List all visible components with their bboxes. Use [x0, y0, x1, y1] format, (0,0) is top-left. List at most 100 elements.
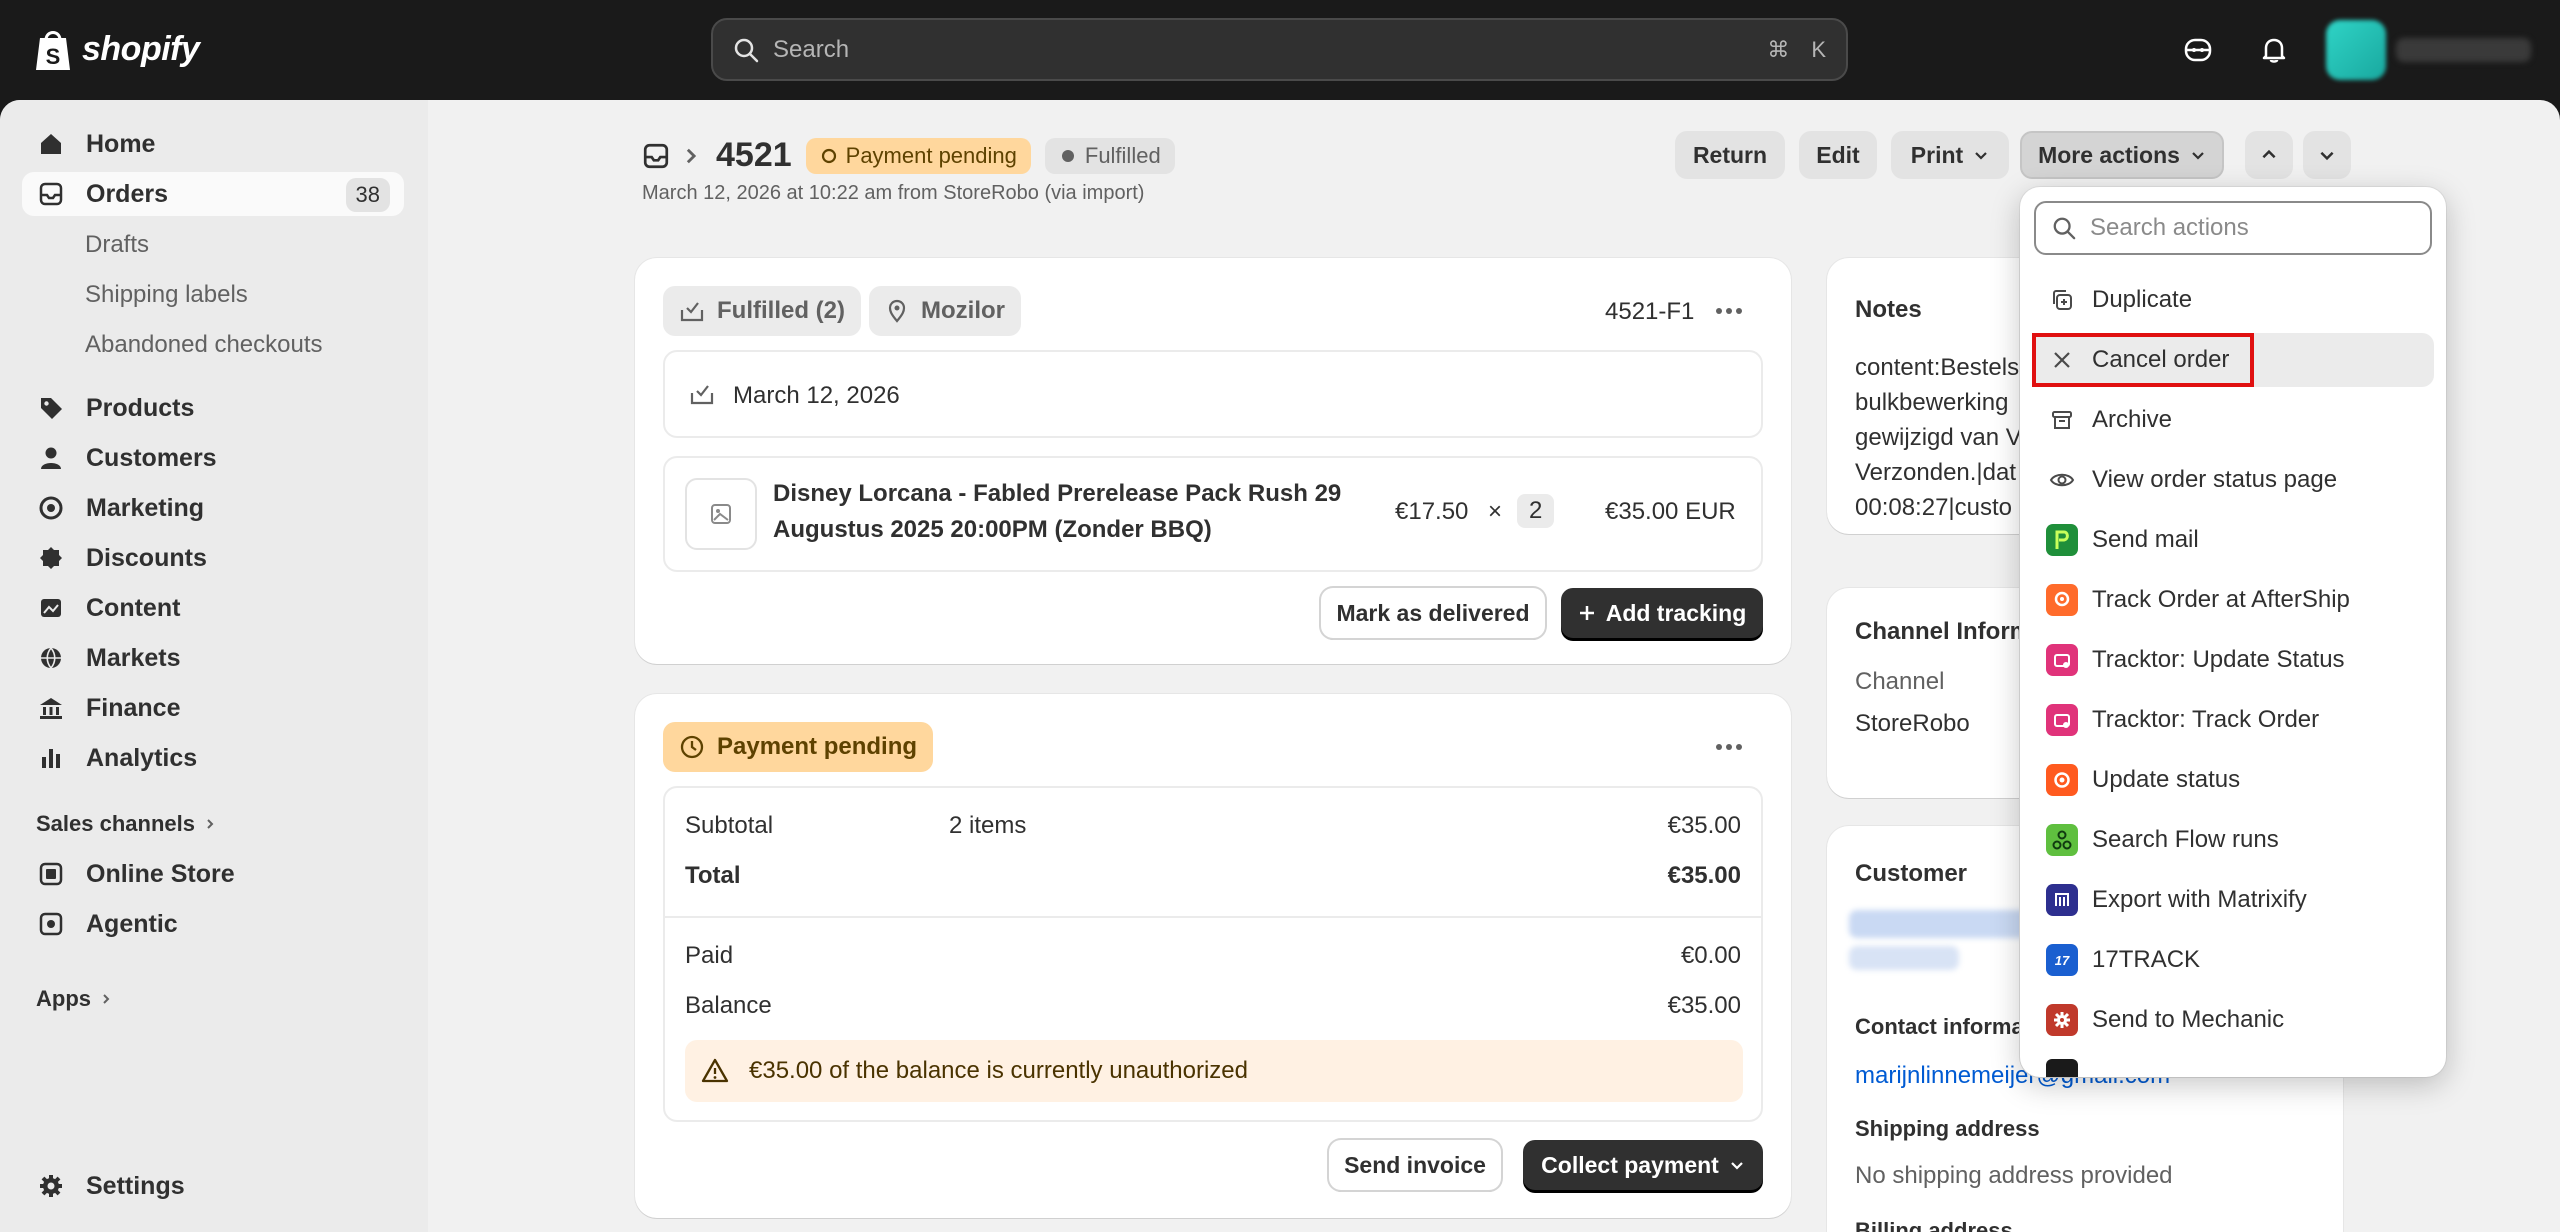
- sales-channels-heading[interactable]: Sales channels: [36, 811, 217, 837]
- sidebar-item-online-store[interactable]: Online Store: [22, 852, 404, 896]
- more-options-icon[interactable]: [1709, 296, 1749, 326]
- more-actions-menu: Search actions Duplicate Cancel order Ar…: [2020, 187, 2446, 1077]
- contact-info-title: Contact informa: [1855, 1014, 2024, 1039]
- image-icon: [36, 593, 66, 623]
- sidebar-subitem-shipping-labels[interactable]: Shipping labels: [85, 281, 248, 309]
- channel-value: StoreRobo: [1855, 710, 1970, 737]
- avatar[interactable]: [2326, 20, 2386, 80]
- order-subtitle: March 12, 2026 at 10:22 am from StoreRob…: [642, 182, 1145, 204]
- fulfillment-id: 4521-F1: [1605, 298, 1695, 325]
- search-actions-input[interactable]: Search actions: [2034, 201, 2432, 255]
- times-symbol: ×: [1488, 498, 1503, 525]
- menu-item-update-status[interactable]: Update status: [2032, 753, 2434, 807]
- sidebar-item-discounts[interactable]: Discounts: [22, 536, 404, 580]
- shipping-address-title: Shipping address: [1855, 1116, 2040, 1141]
- menu-item-track-aftership[interactable]: Track Order at AfterShip: [2032, 573, 2434, 627]
- menu-item-send-mail[interactable]: Send mail: [2032, 513, 2434, 567]
- global-search-input[interactable]: Search ⌘ K: [711, 18, 1848, 81]
- shipping-address-value: No shipping address provided: [1855, 1162, 2173, 1189]
- send-invoice-button[interactable]: Send invoice: [1329, 1140, 1501, 1190]
- apps-label: Apps: [36, 986, 91, 1011]
- shortcut-key: K: [1811, 36, 1826, 62]
- location-pill: Mozilor: [869, 286, 1021, 336]
- more-actions-button[interactable]: More actions: [2020, 131, 2224, 179]
- balance-value: €35.00: [1667, 992, 1741, 1019]
- sidebar-item-finance[interactable]: Finance: [22, 686, 404, 730]
- product-image-placeholder[interactable]: [685, 478, 757, 550]
- balance-label: Balance: [685, 992, 772, 1019]
- bank-icon: [36, 693, 66, 723]
- gear-icon: [36, 1171, 66, 1201]
- menu-item-duplicate[interactable]: Duplicate: [2032, 273, 2434, 327]
- sidebar-item-label: Orders: [86, 179, 168, 208]
- sidebar-item-markets[interactable]: Markets: [22, 636, 404, 680]
- return-button[interactable]: Return: [1675, 131, 1785, 179]
- search-icon: [2053, 217, 2076, 240]
- agentic-icon: [36, 909, 66, 939]
- product-title-line1[interactable]: Disney Lorcana - Fabled Prerelease Pack …: [773, 480, 1341, 508]
- mark-as-delivered-button[interactable]: Mark as delivered: [1321, 588, 1545, 638]
- sidekick-icon[interactable]: [2178, 30, 2218, 70]
- sidebar-item-customers[interactable]: Customers: [22, 436, 404, 480]
- channel-card-title: Channel Inform: [1855, 618, 2032, 645]
- sidebar-item-label: Discounts: [86, 543, 207, 572]
- more-options-icon[interactable]: [1709, 732, 1749, 762]
- menu-item-tracktor-update-status[interactable]: Tracktor: Update Status: [2032, 633, 2434, 687]
- notes-title: Notes: [1855, 296, 1922, 323]
- apps-heading[interactable]: Apps: [36, 986, 113, 1012]
- sidebar-item-home[interactable]: Home: [22, 122, 404, 166]
- store-icon: [36, 859, 66, 889]
- person-icon: [36, 443, 66, 473]
- next-order-button[interactable]: [2303, 131, 2351, 179]
- chevron-right-icon: [103, 994, 110, 1004]
- chevron-down-icon: [1975, 152, 1987, 160]
- sidebar-item-products[interactable]: Products: [22, 386, 404, 430]
- sidebar-item-settings[interactable]: Settings: [22, 1164, 404, 1208]
- collect-payment-button[interactable]: Collect payment: [1523, 1140, 1763, 1190]
- sidebar-item-label: Online Store: [86, 859, 235, 888]
- notes-line: 00:08:27|custo: [1855, 494, 2013, 521]
- sidebar-item-label: Settings: [86, 1171, 185, 1200]
- payment-status-badge: Payment pending: [805, 137, 1031, 174]
- sidebar-item-analytics[interactable]: Analytics: [22, 736, 404, 780]
- print-button[interactable]: Print: [1891, 131, 2009, 179]
- sidebar-item-orders[interactable]: Orders 38: [22, 172, 404, 216]
- sidebar-item-marketing[interactable]: Marketing: [22, 486, 404, 530]
- menu-item-archive[interactable]: Archive: [2032, 393, 2434, 447]
- menu-item-17track[interactable]: 17 17TRACK: [2032, 933, 2434, 987]
- orders-icon[interactable]: [642, 142, 670, 170]
- menu-item-tracktor-track-order[interactable]: Tracktor: Track Order: [2032, 693, 2434, 747]
- tag-icon: [36, 393, 66, 423]
- edit-button[interactable]: Edit: [1799, 131, 1877, 179]
- pending-circle-icon: [821, 148, 836, 163]
- home-icon: [36, 129, 66, 159]
- chevron-down-icon: [2192, 152, 2204, 160]
- previous-order-button[interactable]: [2245, 131, 2293, 179]
- product-title-line2[interactable]: Augustus 2025 20:00PM (Zonder BBQ): [773, 516, 1212, 544]
- divider: [665, 916, 1761, 918]
- sidebar-subitem-abandoned-checkouts[interactable]: Abandoned checkouts: [85, 331, 323, 359]
- sidebar-item-content[interactable]: Content: [22, 586, 404, 630]
- fulfillment-card: Fulfilled (2) Mozilor 4521-F1 March 12, …: [635, 258, 1791, 664]
- sidebar-subitem-drafts[interactable]: Drafts: [85, 231, 149, 259]
- notes-line: content:Bestels: [1855, 354, 2020, 381]
- menu-item-send-to-mechanic[interactable]: Send to Mechanic: [2032, 993, 2434, 1047]
- subtotal-value: €35.00: [1667, 812, 1741, 839]
- notifications-bell-icon[interactable]: [2254, 30, 2294, 70]
- store-name-blurred[interactable]: [2396, 38, 2531, 62]
- add-tracking-button[interactable]: Add tracking: [1561, 588, 1763, 638]
- matrixify-app-icon: [2046, 884, 2078, 916]
- sidebar: Home Orders 38 Drafts Shipping labels Ab…: [0, 100, 428, 1232]
- notes-line: gewijzigd van V: [1855, 424, 2022, 451]
- subtotal-items: 2 items: [949, 812, 1027, 839]
- menu-item-view-order-status[interactable]: View order status page: [2032, 453, 2434, 507]
- svg-text:S: S: [46, 44, 61, 69]
- shopify-logo[interactable]: S shopify: [34, 26, 200, 72]
- sidebar-item-label: Markets: [86, 643, 181, 672]
- notes-line: Verzonden.|dat: [1855, 459, 2017, 486]
- search-placeholder: Search: [773, 35, 850, 63]
- menu-item-export-matrixify[interactable]: Export with Matrixify: [2032, 873, 2434, 927]
- menu-item-search-flow-runs[interactable]: Search Flow runs: [2032, 813, 2434, 867]
- billing-address-title: Billing address: [1855, 1218, 2013, 1232]
- sidebar-item-agentic[interactable]: Agentic: [22, 902, 404, 946]
